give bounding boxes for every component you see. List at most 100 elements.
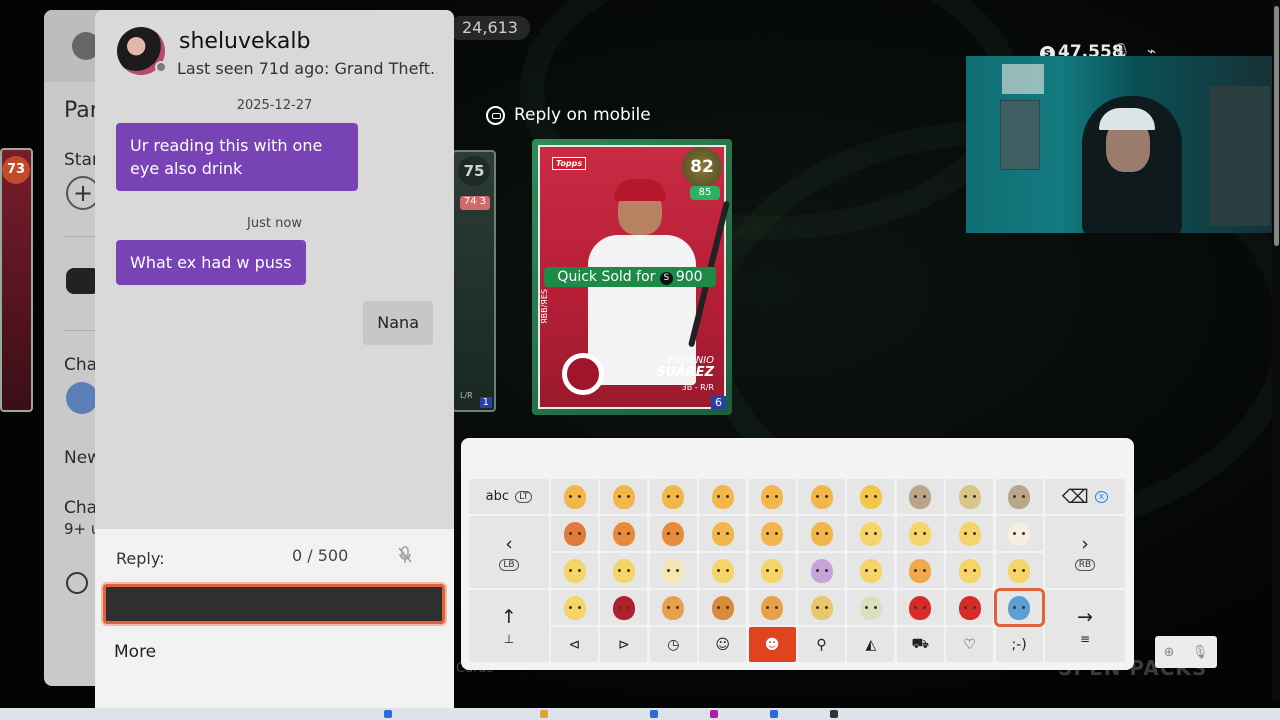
emoji-key[interactable]: [847, 553, 895, 588]
emoji-key[interactable]: [699, 479, 747, 514]
guide-chats-label: Cha: [64, 355, 98, 375]
category-symbols-key[interactable]: ;-): [995, 627, 1043, 662]
emoji-key[interactable]: [699, 590, 747, 625]
emoji-key[interactable]: [896, 553, 944, 588]
contact-name[interactable]: sheluvekalb: [179, 29, 310, 54]
emoji-key[interactable]: [896, 590, 944, 625]
taskbar-app-icon[interactable]: [770, 710, 778, 718]
start-icon[interactable]: [384, 710, 392, 718]
category-forward-key[interactable]: ⊳: [600, 627, 648, 662]
category-back-key[interactable]: ⊲: [551, 627, 598, 662]
emoji-icon: [859, 484, 882, 509]
guide-chat2-label[interactable]: Cha: [64, 498, 97, 518]
emoji-key-selected[interactable]: [993, 588, 1045, 627]
emoji-key[interactable]: [995, 516, 1043, 551]
team-logo: [562, 353, 604, 395]
emoji-key[interactable]: [946, 479, 994, 514]
mic-off-icon[interactable]: [397, 546, 413, 564]
lt-hint: LT: [515, 490, 533, 503]
reply-input[interactable]: [103, 584, 445, 624]
emoji-key[interactable]: [748, 590, 796, 625]
emoji-key[interactable]: [798, 479, 845, 514]
reply-mobile-icon[interactable]: ⊕: [1164, 645, 1175, 660]
emoji-key[interactable]: [847, 479, 895, 514]
emoji-key[interactable]: [847, 590, 895, 625]
emoji-key[interactable]: [946, 516, 994, 551]
emoji-key[interactable]: [551, 479, 598, 514]
person-settings-icon[interactable]: [66, 572, 88, 594]
emoji-key[interactable]: [600, 516, 648, 551]
taskbar-app-icon[interactable]: [710, 710, 718, 718]
emoji-key[interactable]: [649, 516, 697, 551]
emoji-key[interactable]: [946, 553, 994, 588]
category-person-key[interactable]: ☻: [748, 627, 796, 662]
emoji-icon: [761, 521, 784, 546]
emoji-key[interactable]: [896, 516, 944, 551]
chevron-left-icon: ‹: [505, 533, 513, 555]
wall-poster: [1002, 64, 1044, 94]
emoji-icon: [711, 558, 734, 583]
next-page-key[interactable]: › RB: [1045, 516, 1125, 588]
topps-logo: Topps: [552, 157, 587, 170]
symbols-label: ;-): [1011, 636, 1027, 653]
emoji-key[interactable]: [699, 516, 747, 551]
emoji-icon: [662, 595, 685, 620]
emoji-key[interactable]: [896, 479, 944, 514]
emoji-icon: [909, 521, 932, 546]
emoji-key[interactable]: [995, 553, 1043, 588]
category-smiley-key[interactable]: ☺: [699, 627, 747, 662]
shift-key[interactable]: ↑ ⊥: [469, 590, 549, 662]
message-timestamp: Just now: [247, 216, 302, 231]
emoji-key[interactable]: [600, 553, 648, 588]
reply-area: Reply: 0 / 500 More: [95, 529, 454, 710]
emoji-key[interactable]: [600, 590, 648, 625]
avatar[interactable]: [117, 27, 167, 75]
emoji-key[interactable]: [995, 479, 1043, 514]
category-clock-key[interactable]: ◷: [649, 627, 697, 662]
taskbar-app-icon[interactable]: [650, 710, 658, 718]
taskbar-app-icon[interactable]: [830, 710, 838, 718]
card-side-text: ЯBB/ЯES: [540, 289, 549, 324]
gamerscore: 24,613: [448, 16, 530, 40]
emoji-key[interactable]: [798, 553, 845, 588]
emoji-key[interactable]: [748, 553, 796, 588]
backspace-key[interactable]: ⌫ x: [1045, 479, 1125, 514]
emoji-key[interactable]: [946, 590, 994, 625]
pizza-icon: ◭: [865, 636, 877, 653]
reply-on-mobile[interactable]: Reply on mobile: [486, 105, 651, 125]
category-heart-key[interactable]: ♡: [946, 627, 994, 662]
emoji-key[interactable]: [600, 479, 648, 514]
mic-off-icon[interactable]: 🎙: [1192, 645, 1209, 660]
emoji-key[interactable]: [798, 516, 845, 551]
avatar[interactable]: [66, 382, 98, 414]
category-car-key[interactable]: ⛟: [896, 627, 944, 662]
emoji-key[interactable]: [551, 590, 598, 625]
page-scrollbar[interactable]: [1272, 0, 1280, 700]
emoji-key[interactable]: [551, 516, 598, 551]
emoji-key[interactable]: [798, 590, 845, 625]
more-button[interactable]: More: [114, 642, 156, 662]
enter-key[interactable]: → ≡: [1045, 590, 1125, 662]
player-name: EUGENIO SUÁREZ: [656, 355, 714, 379]
emoji-key[interactable]: [847, 516, 895, 551]
emoji-key[interactable]: [748, 516, 796, 551]
arrow-right-icon: →: [1077, 606, 1093, 628]
taskbar-app-icon[interactable]: [540, 710, 548, 718]
windows-taskbar: [0, 708, 1280, 720]
emoji-key[interactable]: [551, 553, 598, 588]
player-card-middle: 75 74 3 L/R 1: [452, 150, 496, 412]
previous-page-key[interactable]: ‹ LB: [469, 516, 549, 588]
card-rating: 73: [2, 156, 30, 184]
emoji-key[interactable]: [649, 479, 697, 514]
emoji-key[interactable]: [699, 553, 747, 588]
scrollbar-thumb[interactable]: [1274, 6, 1279, 246]
category-pin-key[interactable]: ⚲: [798, 627, 845, 662]
contact-status: Last seen 71d ago: Grand Theft...: [177, 59, 437, 78]
emoji-key[interactable]: [649, 553, 697, 588]
emoji-key[interactable]: [649, 590, 697, 625]
category-pizza-key[interactable]: ◭: [847, 627, 895, 662]
reply-on-mobile-label: Reply on mobile: [514, 105, 651, 125]
emoji-key[interactable]: [748, 479, 796, 514]
abc-mode-key[interactable]: abc LT: [469, 479, 549, 514]
card-overall: 85: [690, 186, 720, 200]
